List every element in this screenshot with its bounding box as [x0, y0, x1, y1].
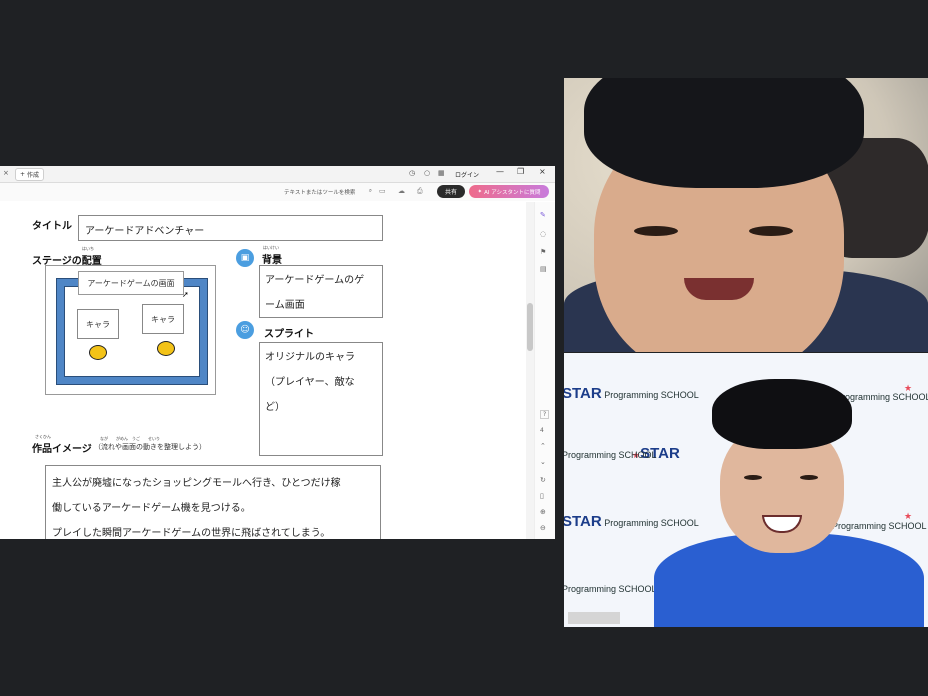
logo-school-name: Programming SCHOOL	[832, 521, 927, 531]
participant-name-bar	[568, 612, 620, 624]
browser-tab-bar: × + 作成 ◷ ○ ▦ ログイン — ❐ ×	[0, 166, 555, 183]
logo-brand: STAR	[564, 513, 602, 530]
coin-1[interactable]	[89, 345, 107, 360]
save-icon[interactable]: ▭	[379, 187, 386, 195]
backdrop-star-2: ★	[904, 511, 912, 522]
logo-brand: STAR	[564, 385, 602, 402]
help-icon[interactable]: ○	[424, 169, 430, 177]
shared-screen: × + 作成 ◷ ○ ▦ ログイン — ❐ × テキストまたはツールを検索 ⌕ …	[0, 166, 555, 539]
page-up-icon[interactable]: ⌃	[540, 442, 546, 450]
zoom-in-icon[interactable]: ⊕	[540, 508, 546, 516]
webcam-tile-student[interactable]	[564, 78, 928, 352]
story-line-1: 主人公が廃墟になったショッピングモールへ行き、ひとつだけ稼	[52, 478, 341, 489]
sprite-line-2: （プレイヤー、敵な	[265, 377, 355, 388]
ai-assistant-label: AI アシスタントに質問	[484, 189, 541, 196]
logo-school-name: Programming SCHOOL	[836, 392, 928, 402]
student-hair	[584, 78, 864, 188]
background-field[interactable]: アーケードゲームのゲ ーム画面	[259, 265, 383, 318]
story-line-2: 働しているアーケードゲーム機を見つける。	[52, 503, 251, 514]
window-close-button[interactable]: ×	[539, 167, 546, 176]
chara-box-2[interactable]: キャラ	[142, 304, 184, 334]
backdrop-star-1: ★	[904, 383, 912, 394]
background-heading: 背景	[262, 255, 282, 266]
story-line-3: プレイした瞬間アーケードゲームの世界に飛ばされてしまう。	[52, 528, 331, 539]
zoom-out-icon[interactable]: ⊖	[540, 524, 546, 532]
chara-box-1[interactable]: キャラ	[77, 309, 119, 339]
scrollbar-thumb[interactable]	[527, 303, 533, 351]
search-icon: ⌕	[368, 188, 372, 194]
search-placeholder: テキストまたはツールを検索	[284, 189, 356, 196]
ai-sparkle-icon: ✦	[477, 188, 483, 195]
image-icon: ▣	[236, 249, 254, 267]
sprite-line-1: オリジナルのキャラ	[265, 352, 355, 363]
upload-icon[interactable]: ☁	[398, 187, 405, 195]
bookmark-icon[interactable]: ⚑	[540, 248, 546, 256]
pages-icon[interactable]: ▤	[540, 265, 547, 273]
arcade-screen: キャラ キャラ	[64, 286, 200, 377]
sprite-field[interactable]: オリジナルのキャラ （プレイヤー、敵な ど）	[259, 342, 383, 456]
teacher-eye-left	[744, 475, 762, 480]
history-icon[interactable]: ◷	[409, 169, 415, 177]
page-fit-icon[interactable]: ▯	[540, 492, 544, 500]
backdrop-logo-6: Programming SCHOOL	[832, 521, 927, 531]
new-tab-label: 作成	[27, 172, 40, 179]
backdrop-logo-2: Programming SCHOOL	[836, 392, 928, 402]
new-tab-button[interactable]: + 作成	[15, 168, 44, 181]
title-heading: タイトル	[32, 221, 72, 232]
logo-school-name: Programming SCHOOL	[604, 518, 699, 528]
stage-layout-diagram[interactable]: キャラ キャラ アーケードゲームの画面	[45, 265, 216, 395]
comment-icon[interactable]: ◌	[540, 230, 546, 238]
minimize-button[interactable]: —	[496, 167, 504, 176]
ai-assistant-button[interactable]: ✦ AI アシスタントに質問	[469, 185, 549, 198]
teacher-hair	[712, 379, 852, 449]
student-mouth	[684, 278, 754, 300]
sprite-line-3: ど）	[265, 402, 285, 413]
background-line-1: アーケードゲームのゲ	[265, 275, 365, 286]
teacher-eye-right	[800, 475, 818, 480]
share-button[interactable]: 共有	[437, 185, 465, 198]
cat-sprite-icon: ☺	[236, 321, 254, 339]
star-icon: ★	[904, 383, 913, 393]
logo-school-name: Programming SCHOOL	[564, 584, 657, 594]
restore-button[interactable]: ❐	[517, 167, 524, 176]
coin-2[interactable]	[157, 341, 175, 356]
page-number: 4	[540, 427, 544, 434]
document-page: タイトル アーケードアドベンチャー はいち ステージの配置 キャラ キャラ アー…	[0, 202, 526, 539]
search-input[interactable]: テキストまたはツールを検索 ⌕	[282, 186, 374, 197]
print-icon[interactable]: ⎙	[417, 187, 423, 196]
edit-icon[interactable]: ✎	[540, 211, 546, 219]
plus-icon: +	[19, 171, 25, 178]
apps-grid-icon[interactable]: ▦	[438, 169, 445, 177]
login-link[interactable]: ログイン	[455, 170, 479, 179]
student-eye-right	[749, 226, 793, 236]
webcam-tile-teacher[interactable]: STAR Programming SCHOOL Programming SCHO…	[564, 353, 928, 627]
app-toolbar: テキストまたはツールを検索 ⌕ ▭ ☁ ⎙ 共有 ✦ AI アシスタントに質問	[0, 183, 555, 201]
scrollbar-track[interactable]	[526, 202, 534, 539]
image-heading: 作品イメージ	[32, 444, 92, 455]
sprite-heading: スプライト	[264, 329, 314, 340]
story-field[interactable]: 主人公が廃墟になったショッピングモールへ行き、ひとつだけ稼 働しているアーケード…	[45, 465, 381, 539]
backdrop-logo-5: STAR Programming SCHOOL	[564, 513, 699, 530]
tab-close-icon[interactable]: ×	[3, 169, 9, 177]
backdrop-logo-1: STAR Programming SCHOOL	[564, 385, 699, 402]
title-field[interactable]: アーケードアドベンチャー	[78, 215, 383, 241]
logo-school-name: Programming SCHOOL	[604, 390, 699, 400]
backdrop-logo-4: Programming SCHOOL	[564, 450, 657, 460]
mouse-cursor-icon: ➚	[182, 290, 189, 299]
image-hint: （流れや画面の動きを整理しよう）	[94, 443, 206, 451]
star-icon: ★	[904, 511, 913, 521]
backdrop-logo-7: Programming SCHOOL	[564, 584, 657, 594]
refresh-icon[interactable]: ↻	[540, 476, 546, 484]
stage-screen-label[interactable]: アーケードゲームの画面	[78, 271, 184, 295]
student-eye-left	[634, 226, 678, 236]
background-line-2: ーム画面	[265, 300, 305, 311]
logo-school-name: Programming SCHOOL	[564, 450, 657, 460]
page-down-icon[interactable]: ⌄	[540, 458, 546, 466]
help-question-icon[interactable]: ?	[540, 410, 550, 419]
